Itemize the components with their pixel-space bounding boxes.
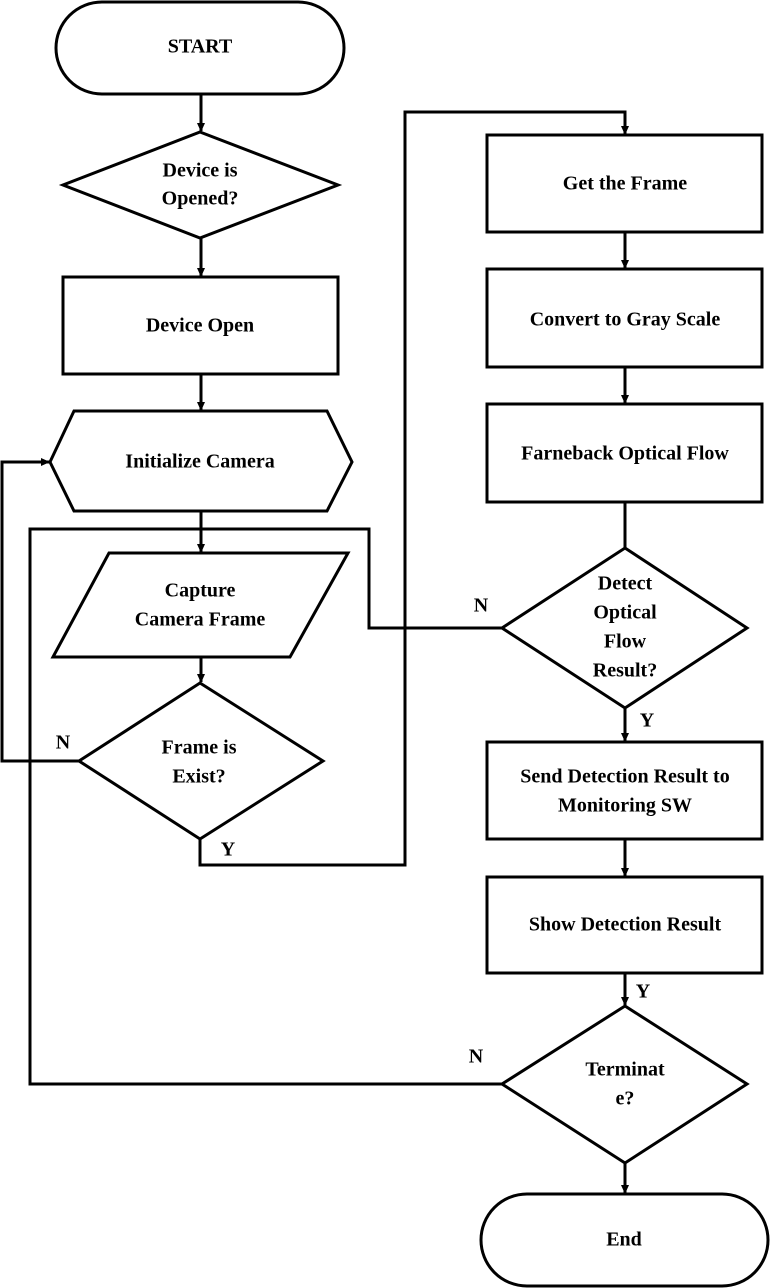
node-label: e? <box>616 1088 635 1110</box>
node-end: End <box>479 1192 770 1288</box>
label-yes: Y <box>221 839 236 861</box>
node-label: Get the Frame <box>563 173 688 195</box>
node-label: Exist? <box>172 766 225 788</box>
decision-frame-exist: Frame is Exist? <box>76 681 326 841</box>
node-label: Send Detection Result to <box>520 766 729 788</box>
node-label: Result? <box>593 660 657 682</box>
node-label: End <box>606 1229 642 1251</box>
node-label: START <box>168 36 233 58</box>
process-show-result: Show Detection Result <box>485 875 764 975</box>
decision-detect-flow: Detect Optical Flow Result? <box>499 546 750 710</box>
node-label: Flow <box>604 631 647 653</box>
node-label: Capture <box>165 580 236 602</box>
decision-terminate: Terminat e? <box>499 1004 750 1165</box>
node-label: Monitoring SW <box>558 795 692 817</box>
node-start: START <box>54 0 346 96</box>
node-label: Farneback Optical Flow <box>521 443 729 465</box>
node-label: Frame is <box>162 737 237 759</box>
label-no: N <box>56 732 71 754</box>
node-label: Camera Frame <box>135 609 266 631</box>
label-yes: Y <box>640 710 655 732</box>
label-no: N <box>469 1046 484 1068</box>
prep-initialize-camera: Initialize Camera <box>48 409 354 513</box>
label-yes: Y <box>636 981 651 1003</box>
node-label: Opened? <box>162 188 239 210</box>
node-label: Terminat <box>585 1059 665 1081</box>
process-farneback: Farneback Optical Flow <box>485 402 764 504</box>
flowchart: START Device is Opened? Device Open Init… <box>0 0 770 1288</box>
node-label: Convert to Gray Scale <box>530 309 721 331</box>
node-label: Detect <box>598 573 653 595</box>
decision-device-opened: Device is Opened? <box>58 130 343 240</box>
process-send-result: Send Detection Result to Monitoring SW <box>485 740 764 841</box>
process-device-open: Device Open <box>61 275 340 376</box>
node-label: Initialize Camera <box>125 451 274 473</box>
arrow-frame-no-loop <box>0 458 79 763</box>
node-label: Device is <box>163 160 238 182</box>
node-label: Optical <box>593 602 657 624</box>
io-capture-frame: Capture Camera Frame <box>50 551 351 659</box>
node-label: Show Detection Result <box>529 914 722 936</box>
process-get-frame: Get the Frame <box>485 133 764 234</box>
node-label: Device Open <box>146 315 254 337</box>
process-gray-scale: Convert to Gray Scale <box>485 267 764 369</box>
label-no: N <box>474 595 489 617</box>
